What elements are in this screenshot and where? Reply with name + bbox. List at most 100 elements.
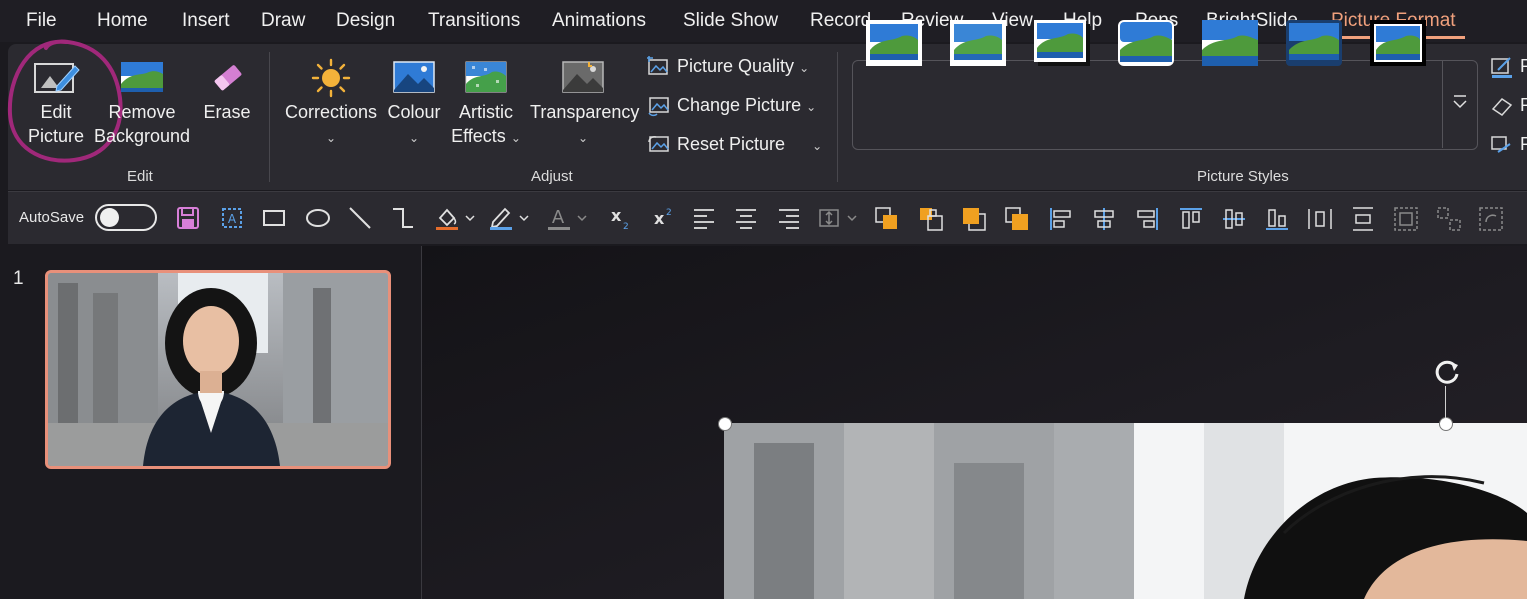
group-objects-icon[interactable] xyxy=(1393,206,1419,232)
tab-home[interactable]: Home xyxy=(97,10,148,32)
regroup-objects-icon[interactable] xyxy=(1478,206,1504,232)
colour-button[interactable]: Colour ⌄ xyxy=(384,58,444,150)
chevron-down-icon[interactable]: ⌄ xyxy=(812,139,822,153)
align-center-icon[interactable] xyxy=(734,206,758,230)
shape-outline-icon[interactable] xyxy=(488,206,530,230)
oval-icon[interactable] xyxy=(305,206,331,230)
picture-style-simple-frame[interactable] xyxy=(866,20,922,66)
portrait-photo xyxy=(724,423,1527,599)
align-objects-top-icon[interactable] xyxy=(1178,206,1204,232)
picture-quality-button[interactable]: Picture Quality ⌄ xyxy=(647,56,809,78)
line-icon[interactable] xyxy=(348,206,372,230)
align-right-icon[interactable] xyxy=(777,206,801,230)
autosave-toggle[interactable] xyxy=(95,204,157,231)
chevron-down-icon: ⌄ xyxy=(325,131,337,145)
align-objects-center-icon[interactable] xyxy=(1091,206,1117,232)
artistic-effects-button[interactable]: Artistic Effects ⌄ xyxy=(448,58,524,150)
align-objects-bottom-icon[interactable] xyxy=(1264,206,1290,232)
superscript-icon[interactable]: x2 xyxy=(651,206,677,232)
align-left-icon[interactable] xyxy=(692,206,716,230)
picture-border-button[interactable]: P xyxy=(1490,56,1527,79)
chevron-down-icon: ⌄ xyxy=(408,131,420,145)
transparency-button[interactable]: Transparency ⌄ xyxy=(530,58,640,150)
remove-background-label-2: Background xyxy=(93,126,191,146)
picture-style-reflected[interactable] xyxy=(1202,20,1258,66)
align-objects-middle-icon[interactable] xyxy=(1221,206,1247,232)
resize-handle-top-middle[interactable] xyxy=(1439,417,1453,431)
reset-picture-label: Reset Picture xyxy=(677,134,786,154)
bring-to-front-icon[interactable] xyxy=(961,206,987,232)
send-to-back-icon[interactable] xyxy=(1004,206,1030,232)
svg-text:A: A xyxy=(552,207,565,228)
adjust-group-label: Adjust xyxy=(531,168,573,185)
chevron-down-icon: ⌄ xyxy=(806,100,817,114)
tab-design[interactable]: Design xyxy=(336,10,395,32)
remove-background-label-1: Remove xyxy=(108,102,176,122)
change-picture-label: Change Picture xyxy=(677,95,802,115)
erase-button[interactable]: Erase xyxy=(196,58,258,124)
picture-layout-button[interactable]: P xyxy=(1490,134,1527,156)
transparency-label: Transparency xyxy=(530,102,640,122)
reset-picture-button[interactable]: Reset Picture ⌄ xyxy=(647,134,822,156)
change-picture-button[interactable]: Change Picture ⌄ xyxy=(647,95,816,117)
portrait-photo-thumbnail xyxy=(48,273,388,466)
corrections-button[interactable]: Corrections ⌄ xyxy=(284,58,378,150)
remove-background-icon xyxy=(121,62,163,92)
remove-background-button[interactable]: Remove Background xyxy=(92,58,192,148)
text-direction-icon[interactable] xyxy=(816,206,860,230)
chevron-down-icon: ⌄ xyxy=(510,131,521,145)
colour-icon xyxy=(393,61,435,93)
picture-effects-button[interactable]: P xyxy=(1490,95,1527,117)
svg-text:x: x xyxy=(611,206,622,225)
autosave-label: AutoSave xyxy=(19,209,85,226)
tab-transitions[interactable]: Transitions xyxy=(428,10,520,32)
resize-handle-top-left[interactable] xyxy=(718,417,732,431)
bring-forward-icon[interactable] xyxy=(874,206,900,232)
picture-style-rounded[interactable] xyxy=(1118,20,1174,66)
font-color-icon[interactable]: A xyxy=(546,206,588,230)
picture-effects-label: P xyxy=(1520,95,1527,115)
picture-style-black-frame[interactable] xyxy=(1370,20,1426,66)
artistic-effects-label-2: Effects ⌄ xyxy=(451,126,521,146)
picture-style-soft-edge[interactable] xyxy=(950,20,1006,66)
more-styles-icon xyxy=(1453,95,1467,109)
subscript-icon[interactable]: x2 xyxy=(608,206,634,232)
distribute-horizontally-icon[interactable] xyxy=(1307,206,1333,232)
picture-style-shadow[interactable] xyxy=(1034,20,1090,66)
send-backward-icon[interactable] xyxy=(918,206,944,232)
save-icon[interactable] xyxy=(176,206,200,230)
edit-group-label: Edit xyxy=(127,168,153,185)
text-box-icon[interactable]: A xyxy=(220,206,244,230)
tab-record[interactable]: Record xyxy=(810,10,871,32)
tab-file[interactable]: File xyxy=(26,10,57,32)
reset-picture-icon xyxy=(648,136,669,152)
align-objects-right-icon[interactable] xyxy=(1134,206,1160,232)
tab-animations[interactable]: Animations xyxy=(552,10,646,32)
svg-text:2: 2 xyxy=(666,208,672,218)
picture-layout-icon xyxy=(1491,136,1511,154)
picture-style-soft-shadow[interactable] xyxy=(1286,20,1342,66)
change-picture-icon xyxy=(648,97,669,117)
group-separator xyxy=(269,52,270,182)
distribute-vertically-icon[interactable] xyxy=(1350,206,1376,232)
quick-access-toolbar: AutoSave A A x2 x2 xyxy=(8,192,1527,244)
tab-draw[interactable]: Draw xyxy=(261,10,305,32)
rectangle-icon[interactable] xyxy=(262,206,286,230)
tab-insert[interactable]: Insert xyxy=(182,10,230,32)
ungroup-objects-icon[interactable] xyxy=(1436,206,1462,232)
picture-styles-group-label: Picture Styles xyxy=(1197,168,1289,185)
shape-fill-icon[interactable] xyxy=(434,206,476,230)
gallery-more-button[interactable] xyxy=(1442,60,1477,148)
slide-thumbnail[interactable] xyxy=(45,270,391,469)
picture-border-icon xyxy=(1491,57,1512,79)
picture-layout-label: P xyxy=(1520,134,1527,154)
rotate-icon[interactable] xyxy=(1431,356,1463,388)
artistic-effects-label-1: Artistic xyxy=(459,102,513,122)
group-separator xyxy=(837,52,838,182)
tab-slide-show[interactable]: Slide Show xyxy=(683,10,778,32)
rotation-line xyxy=(1445,386,1446,418)
align-objects-left-icon[interactable] xyxy=(1048,206,1074,232)
selected-picture[interactable] xyxy=(724,423,1527,599)
elbow-connector-icon[interactable] xyxy=(391,206,415,230)
picture-quality-icon xyxy=(647,56,668,75)
